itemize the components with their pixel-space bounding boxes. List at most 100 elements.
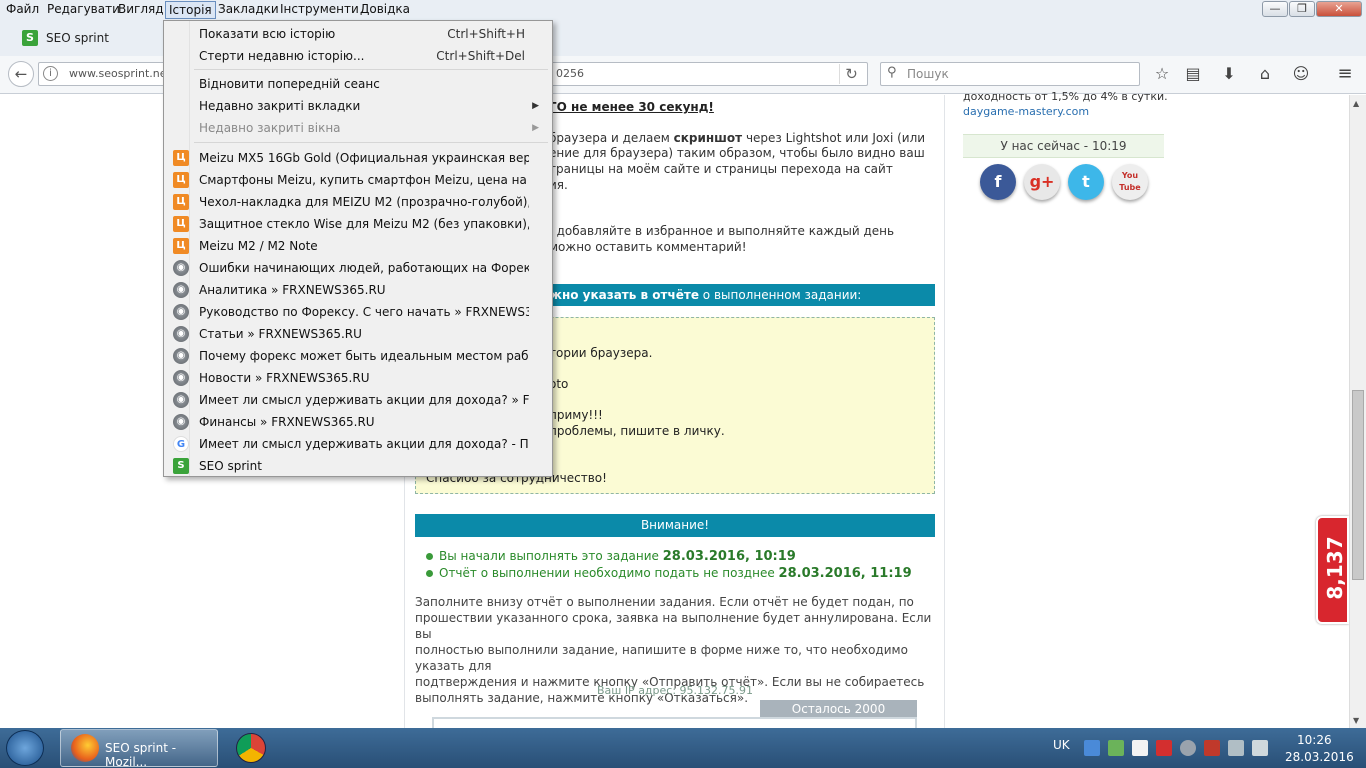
- app-tray-icon[interactable]: [1156, 740, 1172, 756]
- close-button[interactable]: ✕: [1316, 1, 1362, 17]
- start-value: 28.03.2016, 10:19: [662, 549, 796, 564]
- menu-history[interactable]: Історія: [165, 1, 216, 19]
- menu-edit[interactable]: Редагувати: [44, 1, 123, 19]
- orange-favicon-icon: Ц: [173, 150, 189, 166]
- orange-favicon-icon: Ц: [173, 238, 189, 254]
- scroll-thumb[interactable]: [1352, 390, 1364, 580]
- history-entry[interactable]: G Имеет ли смысл удерживать акции для дох…: [165, 433, 551, 455]
- menu-help[interactable]: Довідка: [357, 1, 413, 19]
- recent-tabs-item[interactable]: Недавно закриті вкладки ▶: [165, 95, 551, 117]
- submenu-arrow-icon: ▶: [532, 101, 539, 111]
- orange-favicon-icon: Ц: [173, 194, 189, 210]
- search-bar[interactable]: ⚲ Пошук: [880, 62, 1140, 86]
- menu-file[interactable]: Файл: [3, 1, 42, 19]
- scroll-down-icon[interactable]: ▼: [1353, 716, 1359, 725]
- chrome-icon[interactable]: [236, 733, 266, 763]
- history-entry[interactable]: ◉ Статьи » FRXNEWS365.RU: [165, 323, 551, 345]
- restore-button[interactable]: ❐: [1289, 1, 1315, 17]
- vertical-scrollbar[interactable]: ▲ ▼: [1349, 95, 1366, 728]
- url-tail-text: 0256: [556, 67, 584, 80]
- yellow-line-4: проблемы, пишите в личку.: [549, 424, 725, 438]
- twitter-icon[interactable]: t: [1068, 164, 1104, 200]
- seo-favicon-icon: S: [173, 458, 189, 474]
- taskbar-firefox[interactable]: SEO sprint - Mozil...: [60, 729, 218, 768]
- menu-separator: [194, 142, 548, 143]
- history-entry[interactable]: ◉ Ошибки начинающих людей, работающих на …: [165, 257, 551, 279]
- history-entry[interactable]: ◉ Новости » FRXNEWS365.RU: [165, 367, 551, 389]
- tab-title: SEO sprint: [46, 31, 109, 45]
- history-entry[interactable]: ◉ Имеет ли смысл удерживать акции для дох…: [165, 389, 551, 411]
- history-entry[interactable]: ◉ Почему форекс может быть идеальным мест…: [165, 345, 551, 367]
- history-menu: Показати всю історію Ctrl+Shift+H Стерти …: [163, 20, 553, 477]
- instr-text-a: браузера и делаем: [549, 131, 670, 145]
- counter-widget[interactable]: 8,137: [1316, 516, 1349, 624]
- hamburger-menu-icon[interactable]: ≡: [1334, 63, 1356, 85]
- volume-tray-icon[interactable]: [1252, 740, 1268, 756]
- seosprint-favicon-icon: S: [22, 30, 38, 46]
- chat-icon[interactable]: ☺: [1290, 63, 1312, 85]
- minimize-button[interactable]: —: [1262, 1, 1288, 17]
- restore-session-item[interactable]: Відновити попередній сеанс: [165, 73, 551, 95]
- history-entry[interactable]: ◉ Руководство по Форексу. С чего начать »…: [165, 301, 551, 323]
- history-entry[interactable]: S SEO sprint: [165, 455, 551, 477]
- menu-label: Відновити попередній сеанс: [199, 77, 380, 91]
- menu-bookmarks[interactable]: Закладки: [215, 1, 282, 19]
- deadline-value: 28.03.2016, 11:19: [778, 566, 912, 581]
- history-entry-label: Аналитика » FRXNEWS365.RU: [199, 283, 386, 297]
- scroll-up-icon[interactable]: ▲: [1353, 99, 1359, 108]
- update-tray-icon[interactable]: [1108, 740, 1124, 756]
- reading-list-icon[interactable]: ▤: [1182, 63, 1204, 85]
- menu-view[interactable]: Вигляд: [115, 1, 167, 19]
- search-icon: ⚲: [887, 65, 897, 80]
- show-all-history-item[interactable]: Показати всю історію Ctrl+Shift+H: [165, 23, 551, 45]
- globe-favicon-icon: ◉: [173, 326, 189, 342]
- download-icon[interactable]: ⬇: [1218, 63, 1240, 85]
- history-entry-label: SEO sprint: [199, 459, 262, 473]
- history-entry[interactable]: Ц Смартфоны Meizu, купить смартфон Meizu,…: [165, 169, 551, 191]
- report-textarea[interactable]: [432, 717, 917, 728]
- history-entry[interactable]: Ц Защитное стекло Wise для Meizu M2 (без …: [165, 213, 551, 235]
- clock-date[interactable]: 28.03.2016: [1285, 750, 1354, 764]
- search-placeholder: Пошук: [907, 67, 949, 81]
- history-entry-label: Meizu M2 / M2 Note: [199, 239, 318, 253]
- history-entry[interactable]: Ц Meizu MX5 16Gb Gold (Официальная украин…: [165, 147, 551, 169]
- report-header-bold: жно указать в отчёте: [550, 288, 699, 302]
- youtube-icon[interactable]: You Tube: [1112, 164, 1148, 200]
- history-entry[interactable]: ◉ Финансы » FRXNEWS365.RU: [165, 411, 551, 433]
- disk-tray-icon[interactable]: [1180, 740, 1196, 756]
- reload-icon[interactable]: ↻: [839, 64, 863, 84]
- ad-link[interactable]: daygame-mastery.com: [963, 105, 1089, 118]
- tab-seosprint[interactable]: S SEO sprint: [14, 24, 164, 52]
- facebook-icon[interactable]: f: [980, 164, 1016, 200]
- deadline-row: Отчёт о выполнении необходимо подать не …: [426, 566, 912, 581]
- clock-time[interactable]: 10:26: [1297, 733, 1332, 747]
- recent-windows-item: Недавно закриті вікна ▶: [165, 117, 551, 139]
- attention-bar: Внимание!: [415, 514, 935, 537]
- info-icon[interactable]: i: [43, 66, 58, 81]
- menu-label: Недавно закриті вікна: [199, 121, 341, 135]
- globe-favicon-icon: ◉: [173, 304, 189, 320]
- bookmark-star-icon[interactable]: ☆: [1151, 63, 1173, 85]
- menu-label: Недавно закриті вкладки: [199, 99, 361, 113]
- google-plus-icon[interactable]: g+: [1024, 164, 1060, 200]
- start-button-icon[interactable]: [6, 730, 44, 766]
- menu-shortcut: Ctrl+Shift+H: [447, 27, 525, 41]
- history-entry[interactable]: ◉ Аналитика » FRXNEWS365.RU: [165, 279, 551, 301]
- history-entry[interactable]: Ц Meizu M2 / M2 Note: [165, 235, 551, 257]
- history-entry-label: Защитное стекло Wise для Meizu M2 (без у…: [199, 217, 529, 231]
- network-tray-icon[interactable]: [1084, 740, 1100, 756]
- devices-tray-icon[interactable]: [1228, 740, 1244, 756]
- back-icon[interactable]: ←: [8, 61, 34, 87]
- menu-tools[interactable]: Інструменти: [277, 1, 362, 19]
- clear-recent-history-item[interactable]: Стерти недавню історію... Ctrl+Shift+Del: [165, 45, 551, 67]
- instruction-line-5: , добавляйте в избранное и выполняйте ка…: [549, 224, 895, 238]
- notes-tray-icon[interactable]: [1132, 740, 1148, 756]
- history-entry-label: Имеет ли смысл удерживать акции для дохо…: [199, 393, 529, 407]
- history-entry-label: Финансы » FRXNEWS365.RU: [199, 415, 375, 429]
- antivirus-tray-icon[interactable]: [1204, 740, 1220, 756]
- info-line: Заполните внизу отчёт о выполнении задан…: [415, 595, 914, 609]
- home-icon[interactable]: ⌂: [1254, 63, 1276, 85]
- history-entry[interactable]: Ц Чехол-накладка для MEIZU M2 (прозрачно-…: [165, 191, 551, 213]
- language-indicator[interactable]: UK: [1053, 738, 1070, 752]
- instr-screenshot: скриншот: [673, 131, 743, 145]
